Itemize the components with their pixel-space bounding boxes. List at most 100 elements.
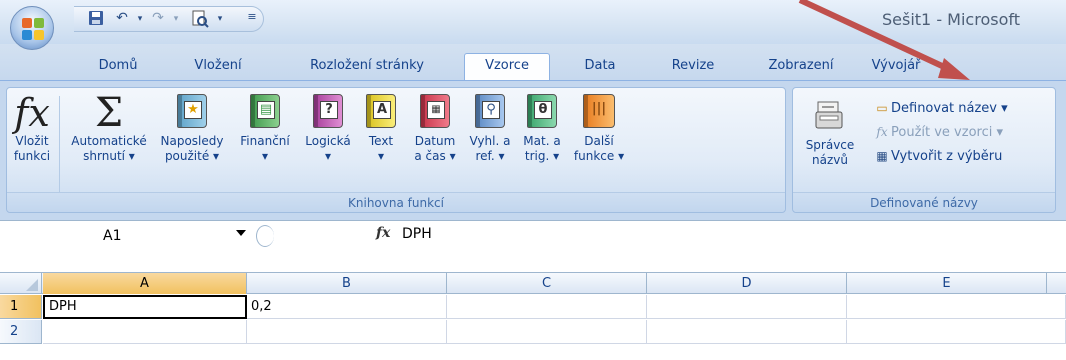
math-trig-button[interactable]: θ Mat. a trig. ▾: [517, 94, 567, 164]
name-manager-icon: [812, 98, 848, 134]
column-header-a[interactable]: A: [43, 273, 247, 294]
cell-a1[interactable]: DPH: [43, 295, 247, 319]
formula-bar-expand-icon[interactable]: [256, 225, 274, 247]
insert-function-label-2: funkci: [13, 149, 51, 163]
create-from-selection-label: Vytvořit z výběru: [891, 149, 1003, 164]
ribbon-tabs: Domů Vložení Rozložení stránky Vzorce Da…: [0, 44, 1066, 81]
create-from-selection-button[interactable]: ▦ Vytvořit z výběru: [873, 146, 1002, 166]
math-trig-book-icon: θ: [524, 94, 560, 130]
financial-book-icon: ▤: [247, 94, 283, 130]
recently-used-label-2: použité ▾: [164, 149, 220, 163]
tab-domu[interactable]: Domů: [96, 54, 140, 80]
more-functions-label-2: funkce ▾: [573, 149, 625, 163]
cell-c2[interactable]: [447, 320, 647, 344]
cell-b1[interactable]: 0,2: [247, 295, 447, 319]
autosum-button[interactable]: Σ Automatické shrnutí ▾: [67, 90, 151, 164]
save-icon[interactable]: [86, 10, 106, 28]
cell-b2[interactable]: [247, 320, 447, 344]
function-library-group: fx Vložit funkci Σ Automatické shrnutí ▾…: [6, 87, 786, 213]
name-manager-button[interactable]: Správce názvů: [799, 98, 861, 168]
date-time-book-icon: ▦: [417, 94, 453, 130]
financial-label-2: ▾: [261, 149, 269, 163]
cell-c1[interactable]: [447, 295, 647, 319]
column-header-row: A B C D E: [0, 272, 1066, 294]
name-box[interactable]: A1: [50, 226, 250, 246]
defined-names-group: Správce názvů ▭ Definovat název ▾ fx Použí…: [792, 87, 1056, 213]
tab-vyvojar[interactable]: Vývojář: [866, 54, 926, 80]
cell-d2[interactable]: [647, 320, 847, 344]
tab-vlozeni[interactable]: Vložení: [186, 54, 250, 80]
tab-rozlozeni-stranky[interactable]: Rozložení stránky: [292, 54, 442, 80]
use-in-formula-button[interactable]: fx Použít ve vzorci ▾: [873, 122, 1003, 142]
name-manager-label-2: názvů: [812, 153, 848, 167]
logical-button[interactable]: ? Logická ▾: [299, 94, 357, 164]
fx-small-icon: fx: [876, 125, 888, 139]
redo-icon[interactable]: ↷: [148, 10, 168, 28]
worksheet-grid: A B C D E 1 DPH 0,2 2: [0, 268, 1066, 360]
redo-dropdown-icon[interactable]: ▾: [166, 10, 186, 28]
define-name-button[interactable]: ▭ Definovat název ▾: [873, 98, 1008, 118]
sigma-icon: Σ: [94, 90, 124, 136]
window-title: Sešit1 - Microsoft: [882, 10, 1020, 29]
quick-access-toolbar: ↶ ▾ ↷ ▾ ▾ ≡: [74, 6, 264, 32]
use-in-formula-label: Použít ve vzorci ▾: [891, 125, 1004, 140]
column-header-d[interactable]: D: [647, 273, 847, 294]
formula-input[interactable]: DPH: [402, 226, 432, 242]
column-header-e[interactable]: E: [847, 273, 1047, 294]
date-time-label-2: a čas ▾: [414, 149, 456, 163]
define-name-label: Definovat název ▾: [891, 101, 1008, 116]
tab-vzorce[interactable]: Vzorce: [464, 53, 550, 81]
date-time-button[interactable]: ▦ Datum a čas ▾: [407, 94, 463, 164]
date-time-label: Datum: [414, 134, 456, 148]
lookup-reference-label: Vyhl. a: [469, 134, 511, 148]
lookup-reference-label-2: ref. ▾: [475, 149, 505, 163]
fx-icon: fx: [14, 91, 50, 135]
math-trig-label-2: trig. ▾: [524, 149, 560, 163]
customize-icon[interactable]: ≡: [242, 10, 262, 28]
name-box-dropdown-icon[interactable]: [236, 230, 246, 236]
cell-e1[interactable]: [847, 295, 1066, 319]
tab-zobrazeni[interactable]: Zobrazení: [758, 54, 844, 80]
cell-a2[interactable]: [43, 320, 247, 344]
tab-data[interactable]: Data: [578, 54, 622, 80]
undo-dropdown-icon[interactable]: ▾: [130, 10, 150, 28]
select-all-corner[interactable]: [0, 273, 42, 294]
recently-used-button[interactable]: ★ Naposledy použité ▾: [153, 94, 231, 164]
office-logo-icon: [22, 18, 44, 40]
autosum-label: Automatické: [71, 134, 147, 148]
autosum-label-2: shrnutí ▾: [83, 149, 135, 163]
text-label-2: ▾: [377, 149, 385, 163]
divider: [59, 96, 60, 192]
text-label: Text: [368, 134, 394, 148]
column-header-b[interactable]: B: [247, 273, 447, 294]
text-button[interactable]: A Text ▾: [359, 94, 403, 164]
more-functions-button[interactable]: ||| Další funkce ▾: [569, 94, 629, 164]
ribbon: fx Vložit funkci Σ Automatické shrnutí ▾…: [0, 80, 1066, 220]
column-header-c[interactable]: C: [447, 273, 647, 294]
title-bar: ↶ ▾ ↷ ▾ ▾ ≡ Sešit1 - Microsoft: [0, 0, 1066, 50]
fx-icon[interactable]: fx: [376, 225, 390, 241]
cell-d1[interactable]: [647, 295, 847, 319]
logical-label-2: ▾: [324, 149, 332, 163]
insert-function-label: Vložit: [15, 134, 49, 148]
lookup-reference-button[interactable]: ⚲ Vyhl. a ref. ▾: [465, 94, 515, 164]
row-header-1[interactable]: 1: [0, 295, 42, 319]
row-header-2[interactable]: 2: [0, 320, 42, 344]
create-from-selection-icon: ▦: [876, 149, 888, 163]
more-functions-books-icon: |||: [581, 94, 617, 130]
financial-label: Finanční: [240, 134, 290, 148]
define-name-icon: ▭: [876, 101, 888, 115]
defined-names-label: Definované názvy: [793, 192, 1055, 212]
insert-function-button[interactable]: fx Vložit funkci: [11, 94, 53, 164]
financial-button[interactable]: ▤ Finanční ▾: [233, 94, 297, 164]
lookup-book-icon: ⚲: [472, 94, 508, 130]
function-library-label: Knihovna funkcí: [7, 192, 785, 212]
print-preview-icon[interactable]: [190, 10, 210, 28]
print-preview-dropdown-icon[interactable]: ▾: [210, 10, 230, 28]
cell-e2[interactable]: [847, 320, 1066, 344]
name-manager-label: Správce: [805, 138, 855, 152]
tab-revize[interactable]: Revize: [664, 54, 722, 80]
undo-icon[interactable]: ↶: [112, 10, 132, 28]
office-button[interactable]: [10, 6, 54, 50]
more-functions-label: Další: [584, 134, 614, 148]
